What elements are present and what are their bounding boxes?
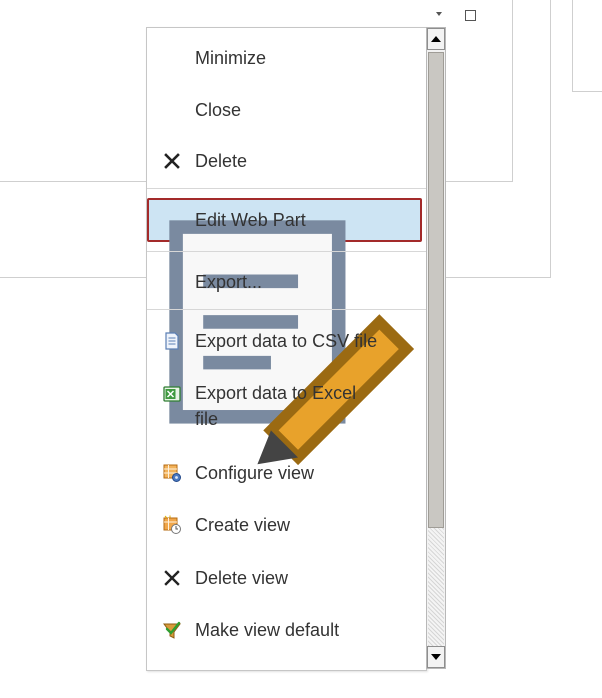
menu-item-configure-view[interactable]: Configure view	[147, 459, 426, 487]
menu-separator	[147, 309, 426, 310]
webpart-frame-left-top	[0, 181, 146, 182]
menu-item-label: Make view default	[195, 620, 340, 640]
scroll-down-button[interactable]	[427, 646, 445, 668]
menu-scrollbar[interactable]	[426, 27, 446, 669]
menu-item-label: Delete	[195, 151, 248, 171]
arrow-up-icon	[431, 36, 441, 42]
menu-item-label: Export data to CSV file	[195, 331, 378, 351]
menu-separator	[147, 188, 426, 189]
menu-item-edit-web-part[interactable]: Edit Web Part	[147, 198, 422, 466]
webpart-frame-far-right	[572, 0, 573, 92]
menu-item-label: Export...	[195, 272, 263, 292]
menu-item-minimize[interactable]: Minimize	[147, 44, 426, 72]
menu-item-label: Edit Web Part	[195, 210, 306, 230]
menu-item-export-csv[interactable]: Export data to CSV file	[147, 327, 426, 355]
webpart-frame-right-outer-bottom	[446, 277, 551, 278]
webpart-frame-right-inner-bottom	[446, 181, 513, 182]
webpart-frame-far-right-bottom	[572, 91, 602, 92]
arrow-down-icon	[431, 654, 441, 660]
excel-icon	[163, 386, 181, 402]
menu-item-label: Minimize	[195, 48, 267, 68]
webpart-select-checkbox[interactable]	[465, 10, 476, 21]
menu-item-export-excel[interactable]: Export data to Excel file	[147, 378, 426, 434]
menu-item-export[interactable]: Export...	[147, 268, 426, 296]
x-icon	[164, 153, 180, 169]
menu-item-label: Delete view	[195, 568, 289, 588]
make-default-icon	[163, 621, 181, 639]
menu-item-create-view[interactable]: Create view	[147, 511, 426, 539]
webpart-frame-left-bottom	[0, 277, 146, 278]
configure-view-icon	[163, 464, 181, 482]
webpart-frame-right-inner	[512, 0, 513, 182]
menu-item-close[interactable]: Close	[147, 96, 426, 124]
menu-item-label: Create view	[195, 515, 291, 535]
create-view-icon	[163, 515, 181, 534]
x-icon	[164, 570, 180, 586]
menu-item-label: Close	[195, 100, 242, 120]
scroll-thumb[interactable]	[428, 52, 444, 528]
menu-item-label-line2: file	[195, 409, 219, 429]
menu-separator	[147, 251, 426, 252]
scroll-up-button[interactable]	[427, 28, 445, 50]
menu-item-label: Configure view	[195, 463, 315, 483]
menu-item-make-view-default[interactable]: Make view default	[147, 616, 426, 644]
menu-item-label: Export data to Excel	[195, 383, 357, 403]
menu-item-delete[interactable]: Delete	[147, 147, 426, 175]
webpart-frame-right-outer	[550, 0, 551, 278]
scroll-track[interactable]	[428, 528, 444, 650]
webpart-menu-caret-icon[interactable]	[436, 12, 442, 16]
webpart-context-menu: Minimize Close Delete Edit Web Part Expo…	[146, 27, 427, 671]
menu-item-delete-view[interactable]: Delete view	[147, 564, 426, 592]
csv-document-icon	[165, 332, 179, 350]
